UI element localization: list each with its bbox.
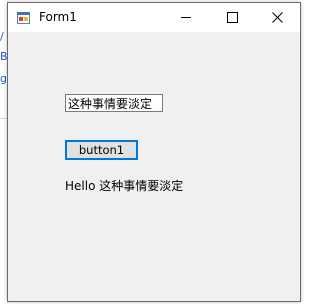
minimize-button[interactable] — [163, 3, 209, 32]
form1-window: Form1 button1 Hello 这种事情要淡定 — [7, 2, 301, 302]
winforms-app-icon — [17, 12, 30, 24]
close-button[interactable] — [254, 3, 300, 32]
close-icon — [271, 12, 283, 23]
output-label: Hello 这种事情要淡定 — [65, 179, 184, 193]
text-input[interactable] — [65, 94, 163, 112]
minimize-icon — [180, 17, 191, 18]
background-text-fragment: / — [0, 30, 4, 43]
window-title: Form1 — [39, 10, 77, 24]
maximize-button[interactable] — [209, 3, 255, 32]
maximize-icon — [226, 12, 238, 23]
form-client-area: button1 Hello 这种事情要淡定 — [8, 32, 300, 301]
title-bar[interactable]: Form1 — [8, 3, 300, 32]
button1-button[interactable]: button1 — [65, 140, 138, 160]
